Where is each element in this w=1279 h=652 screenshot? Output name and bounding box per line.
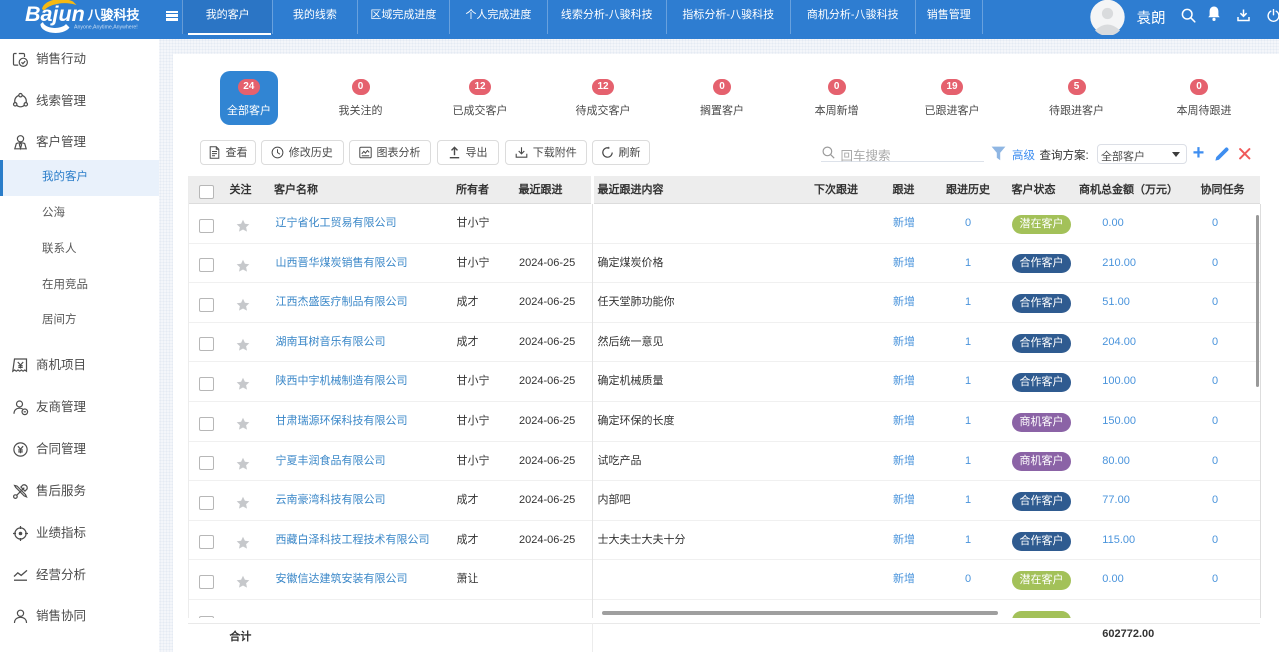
svg-text:八骏科技: 八骏科技: [87, 8, 141, 23]
svg-text:Anyone,Anytime,Anywhere!: Anyone,Anytime,Anywhere!: [74, 25, 138, 31]
svg-text:Bajun: Bajun: [25, 2, 85, 26]
